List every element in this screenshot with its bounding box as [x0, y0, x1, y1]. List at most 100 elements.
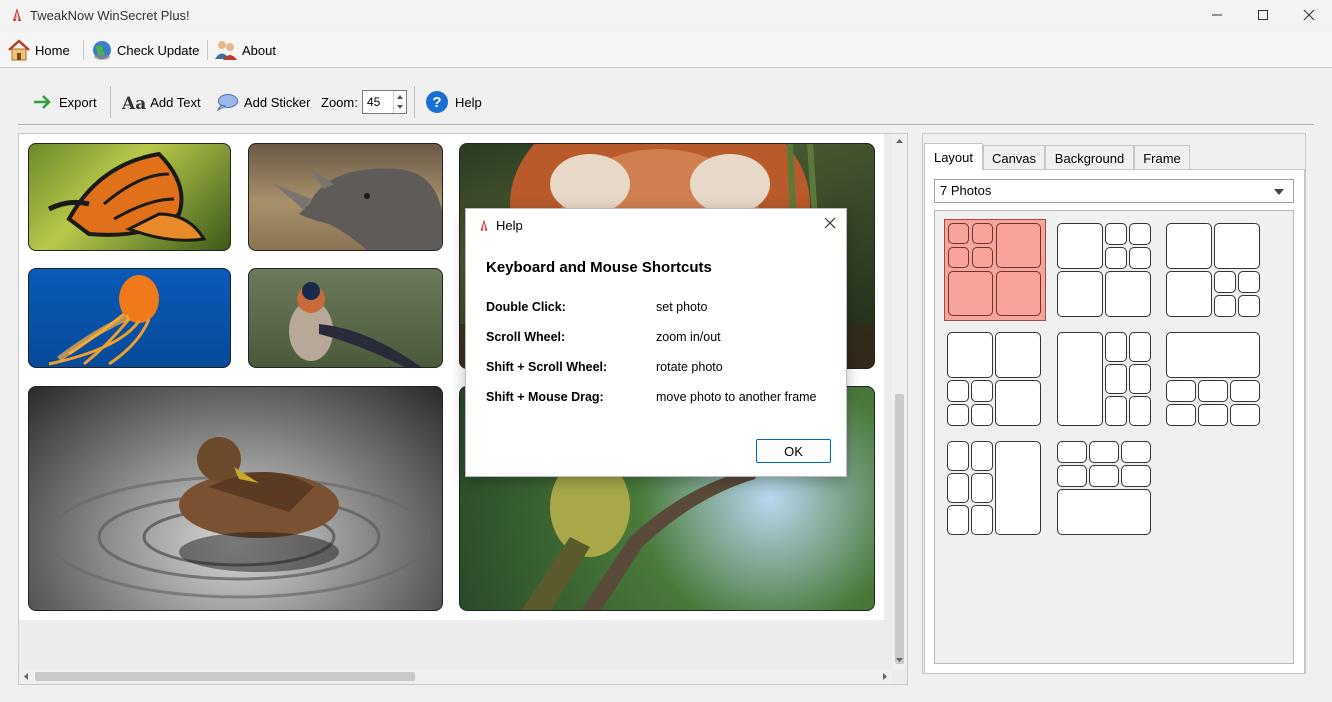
- tab-layout[interactable]: Layout: [924, 143, 983, 170]
- toolbar: Export Aa Add Text Add Sticker Zoom: ? H…: [0, 69, 1332, 125]
- horizontal-scrollbar[interactable]: [19, 669, 892, 684]
- layout-option-8[interactable]: [1057, 441, 1153, 537]
- photo-frame-jellyfish[interactable]: [28, 268, 231, 368]
- close-window-button[interactable]: [1286, 0, 1332, 30]
- shortcut-action: set photo: [656, 300, 708, 314]
- layout-option-7[interactable]: [947, 441, 1043, 537]
- layout-option-2[interactable]: [1057, 223, 1153, 319]
- zoom-label-text: Zoom:: [321, 94, 358, 110]
- photo-frame-duck[interactable]: [28, 386, 443, 611]
- layout-cell: [996, 223, 1041, 268]
- layout-cell: [1166, 380, 1196, 402]
- layout-cell: [947, 505, 969, 535]
- dialog-title-bar: Help: [478, 216, 523, 234]
- layout-option-3[interactable]: [1166, 223, 1262, 319]
- help-question-icon: ?: [426, 91, 448, 113]
- photo-count-value: 7 Photos: [940, 183, 992, 198]
- layout-cell: [1214, 223, 1260, 269]
- maximize-button[interactable]: [1240, 0, 1286, 30]
- scroll-arrows-icon: [895, 139, 904, 664]
- photo-frame-butterfly[interactable]: [28, 143, 231, 251]
- layout-cell: [1105, 223, 1127, 245]
- window-title: TweakNow WinSecret Plus!: [30, 8, 190, 23]
- layout-cell: [972, 223, 993, 244]
- export-arrow-icon: [34, 95, 51, 109]
- layout-cell: [1230, 380, 1260, 402]
- layout-cell: [1129, 247, 1151, 269]
- add-text-label: Add Text: [150, 94, 201, 110]
- layout-cell: [1105, 332, 1127, 362]
- people-icon: [215, 41, 237, 60]
- layout-cell: [1166, 223, 1212, 269]
- zoom-spinbox[interactable]: [362, 90, 407, 114]
- shortcut-key: Scroll Wheel:: [486, 330, 566, 344]
- layout-cell: [1230, 404, 1260, 426]
- layout-cell: [971, 404, 993, 426]
- layout-cell: [1166, 271, 1212, 317]
- layout-option-6[interactable]: [1166, 332, 1262, 428]
- layout-cell: [1105, 271, 1151, 317]
- layout-cell: [995, 332, 1041, 378]
- close-icon: [824, 217, 836, 229]
- vertical-scrollbar[interactable]: [892, 134, 907, 669]
- maximize-icon: [1258, 10, 1268, 20]
- app-logo-icon: [480, 219, 488, 231]
- layout-cell: [1198, 404, 1228, 426]
- help-label: Help: [455, 94, 482, 110]
- layout-cell: [995, 380, 1041, 426]
- shortcut-action: move photo to another frame: [656, 390, 817, 404]
- add-sticker-label: Add Sticker: [244, 94, 311, 110]
- home-icon: [8, 39, 30, 61]
- layout-cell: [971, 441, 993, 471]
- layout-option-5[interactable]: [1057, 332, 1153, 428]
- zoom-spin-buttons[interactable]: [393, 91, 406, 113]
- layout-cell: [1166, 332, 1260, 378]
- layout-cell: [1105, 396, 1127, 426]
- dialog-heading: Keyboard and Mouse Shortcuts: [486, 259, 712, 276]
- layout-option-4[interactable]: [947, 332, 1043, 428]
- duck-photo: [47, 437, 431, 599]
- layout-cell: [1057, 332, 1103, 426]
- shortcut-action: zoom in/out: [656, 330, 721, 344]
- layout-cell: [1057, 223, 1103, 269]
- help-button[interactable]: ? Help: [425, 89, 482, 115]
- layout-cell: [948, 271, 993, 316]
- layout-cell: [1129, 332, 1151, 362]
- layout-cell: [1121, 441, 1151, 463]
- layout-cell: [1057, 271, 1103, 317]
- dialog-close-button[interactable]: [822, 215, 838, 231]
- zoom-input[interactable]: [363, 91, 393, 113]
- layout-option-1[interactable]: [947, 222, 1043, 318]
- home-label: Home: [35, 42, 70, 58]
- dropdown-arrow-icon: [1274, 189, 1284, 195]
- photo-frame-rhinoceros[interactable]: [248, 143, 443, 251]
- about-menu-button[interactable]: About: [214, 35, 276, 65]
- shortcut-key: Shift + Mouse Drag:: [486, 390, 604, 404]
- tab-canvas[interactable]: Canvas: [983, 145, 1045, 170]
- app-logo-icon: [13, 8, 21, 21]
- close-icon: [1303, 9, 1315, 21]
- toolbar-separator: [110, 86, 111, 118]
- zoom-label: Zoom:: [321, 89, 358, 115]
- layout-cell: [1238, 295, 1260, 317]
- add-text-button[interactable]: Aa Add Text: [122, 89, 201, 115]
- photo-frame-swallow[interactable]: [248, 268, 443, 368]
- layout-cell: [1057, 465, 1087, 487]
- photo-count-dropdown[interactable]: 7 Photos: [934, 179, 1294, 203]
- tab-frame[interactable]: Frame: [1134, 145, 1190, 170]
- toolbar-divider: [18, 124, 1314, 125]
- layout-cell: [948, 247, 969, 268]
- layout-cell: [1214, 271, 1236, 293]
- spin-arrows-icon: [397, 95, 403, 109]
- layout-cell: [971, 505, 993, 535]
- about-label: About: [242, 42, 276, 58]
- ok-button[interactable]: OK: [756, 439, 831, 463]
- check-update-menu-button[interactable]: Check Update: [91, 35, 199, 65]
- home-menu-button[interactable]: Home: [7, 35, 70, 65]
- minimize-button[interactable]: [1194, 0, 1240, 30]
- layout-cell: [972, 247, 993, 268]
- toolbar-separator: [414, 86, 415, 118]
- export-button[interactable]: Export: [33, 89, 97, 115]
- tab-background[interactable]: Background: [1045, 145, 1134, 170]
- add-sticker-button[interactable]: Add Sticker: [216, 89, 310, 115]
